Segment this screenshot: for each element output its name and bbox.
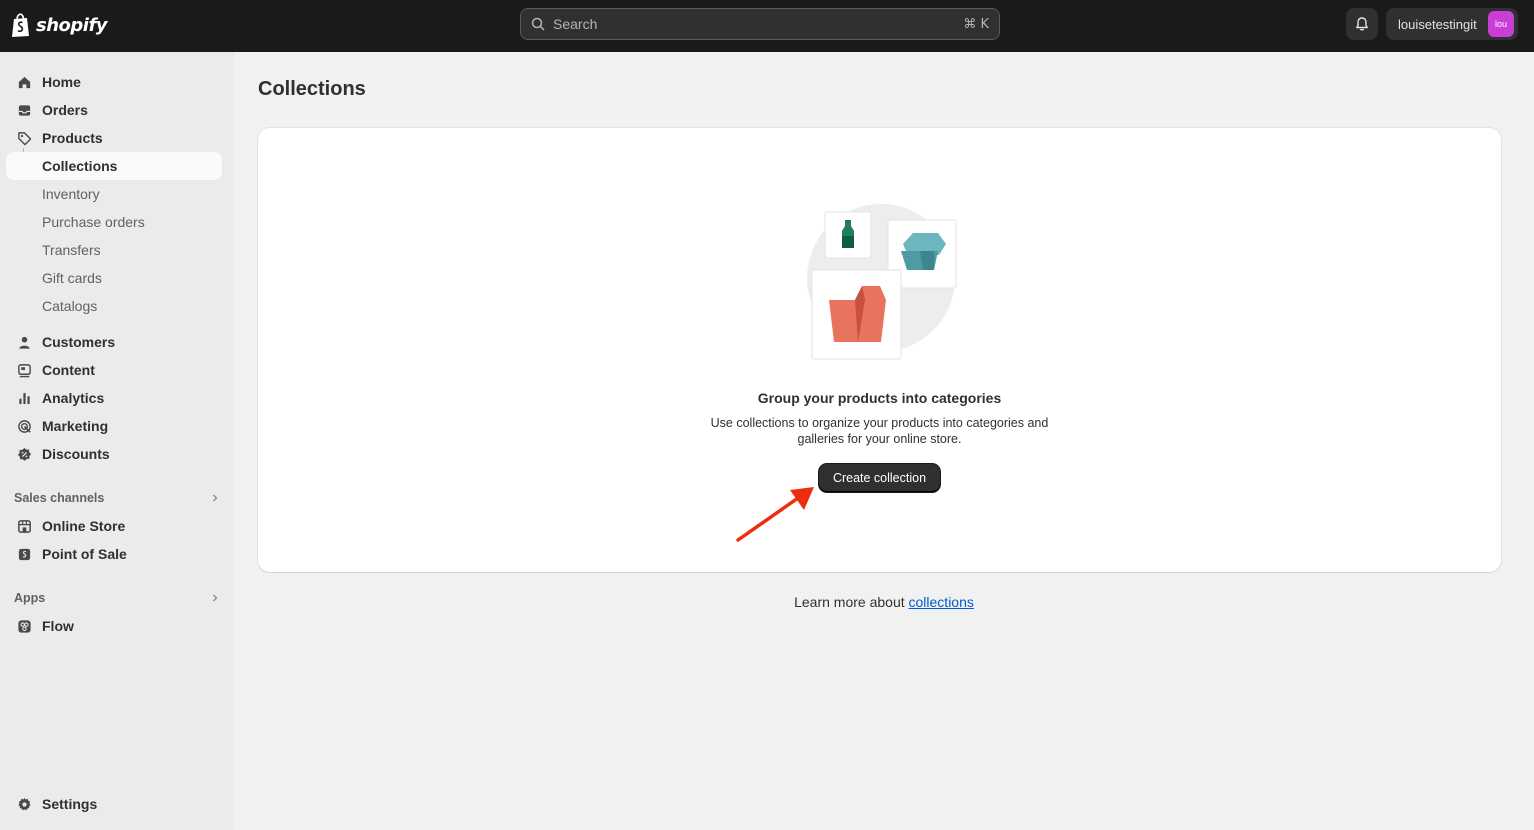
sidebar-item-collections[interactable]: Collections (6, 152, 222, 180)
sidebar-item-settings[interactable]: Settings (6, 790, 222, 818)
store-icon (16, 518, 32, 534)
sidebar-item-transfers[interactable]: Transfers (6, 236, 222, 264)
bar-chart-icon (16, 390, 32, 406)
create-collection-button[interactable]: Create collection (819, 464, 940, 492)
flow-icon (16, 618, 32, 634)
person-icon (16, 334, 32, 350)
collections-illustration (807, 204, 957, 360)
search-icon (531, 17, 545, 31)
collections-help-link[interactable]: collections (909, 594, 974, 610)
sidebar-item-content[interactable]: Content (6, 356, 222, 384)
learn-more-text: Learn more about (794, 594, 909, 610)
tag-icon (16, 130, 32, 146)
chevron-right-icon (213, 494, 218, 502)
target-icon (16, 418, 32, 434)
search-input[interactable] (553, 16, 964, 32)
sidebar-item-label: Purchase orders (42, 214, 145, 230)
sidebar-item-label: Home (42, 74, 81, 90)
sidebar-item-flow[interactable]: Flow (6, 612, 222, 640)
sidebar-item-inventory[interactable]: Inventory (6, 180, 222, 208)
sidebar-item-label: Collections (42, 158, 118, 174)
sidebar-item-marketing[interactable]: Marketing (6, 412, 222, 440)
logo-wordmark: shopify (36, 14, 108, 36)
empty-state-description: Use collections to organize your product… (710, 416, 1049, 446)
sidebar-item-label: Online Store (42, 518, 126, 534)
shopify-bag-icon (12, 13, 29, 37)
pos-icon (16, 546, 32, 562)
content-icon (16, 362, 32, 378)
sales-channels-header[interactable]: Sales channels (14, 488, 220, 508)
sidebar-item-label: Flow (42, 618, 74, 634)
sidebar: Home Orders Products Collections Invento… (0, 52, 234, 830)
user-name: louisetestingit (1398, 16, 1477, 32)
bell-icon (1356, 17, 1368, 31)
search-shortcut: ⌘ K (963, 16, 989, 32)
empty-state-heading: Group your products into categories (757, 390, 1002, 406)
sidebar-item-catalogs[interactable]: Catalogs (6, 292, 222, 320)
sidebar-item-point-of-sale[interactable]: Point of Sale (6, 540, 222, 568)
sidebar-item-label: Settings (42, 796, 98, 812)
sidebar-item-label: Transfers (42, 242, 101, 258)
notifications-button[interactable] (1346, 8, 1378, 40)
sidebar-item-discounts[interactable]: Discounts (6, 440, 222, 468)
learn-more: Learn more about collections (0, 594, 1534, 610)
sidebar-item-label: Catalogs (42, 298, 98, 314)
sidebar-item-purchase-orders[interactable]: Purchase orders (6, 208, 222, 236)
sidebar-item-label: Customers (42, 334, 116, 350)
sidebar-item-online-store[interactable]: Online Store (6, 512, 222, 540)
home-icon (16, 74, 32, 90)
sidebar-item-label: Content (42, 362, 95, 378)
sidebar-item-home[interactable]: Home (6, 68, 222, 96)
sidebar-item-label: Point of Sale (42, 546, 127, 562)
sidebar-item-analytics[interactable]: Analytics (6, 384, 222, 412)
sidebar-item-label: Marketing (42, 418, 109, 434)
empty-state-card: Group your products into categories Use … (258, 128, 1501, 572)
sidebar-item-label: Gift cards (42, 270, 102, 286)
sidebar-item-label: Products (42, 130, 103, 146)
sidebar-item-gift-cards[interactable]: Gift cards (6, 264, 222, 292)
sales-channels-title: Sales channels (14, 491, 105, 505)
shopify-logo[interactable]: shopify (10, 11, 108, 39)
sidebar-item-products[interactable]: Products (6, 124, 222, 152)
sidebar-item-customers[interactable]: Customers (6, 328, 222, 356)
sidebar-item-label: Orders (42, 102, 88, 118)
sidebar-item-label: Discounts (42, 446, 110, 462)
top-bar: shopify ⌘ K louisetestingit lou (0, 0, 1534, 52)
annotation-arrow (736, 487, 814, 542)
search-bar[interactable]: ⌘ K (520, 8, 1000, 40)
gear-icon (16, 796, 32, 812)
user-menu-button[interactable]: louisetestingit lou (1386, 8, 1518, 40)
discount-icon (16, 446, 32, 462)
page-title: Collections (258, 78, 366, 100)
inbox-icon (16, 102, 32, 118)
sidebar-item-orders[interactable]: Orders (6, 96, 222, 124)
sidebar-item-label: Analytics (42, 390, 105, 406)
avatar: lou (1488, 11, 1514, 37)
sidebar-item-label: Inventory (42, 186, 100, 202)
